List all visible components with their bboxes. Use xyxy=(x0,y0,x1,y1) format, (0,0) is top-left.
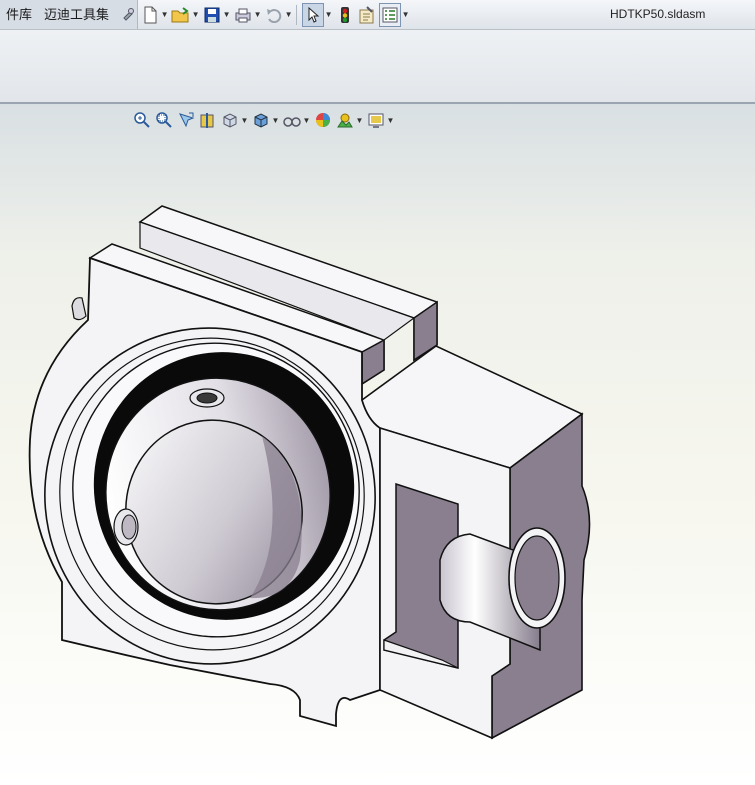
rebuild-icon[interactable] xyxy=(335,4,355,26)
menu-item-library[interactable]: 件库 xyxy=(0,0,38,29)
options-dropdown[interactable]: ▼ xyxy=(401,4,410,26)
set-screw-side-inner xyxy=(121,514,137,540)
set-screw-top-inner xyxy=(196,392,218,404)
save-dropdown[interactable]: ▼ xyxy=(222,4,231,26)
save-icon[interactable] xyxy=(202,4,222,26)
print-dropdown[interactable]: ▼ xyxy=(253,4,262,26)
undo-icon[interactable] xyxy=(264,4,284,26)
print-icon[interactable] xyxy=(233,4,253,26)
bearing-unit-model[interactable] xyxy=(0,104,755,785)
grease-nipple xyxy=(71,297,87,321)
document-title: HDTKP50.sldasm xyxy=(610,7,706,21)
file-properties-icon[interactable] xyxy=(357,4,377,26)
title-bar: 件库 迈迪工具集 ▼ ▼ ▼ ▼ ▼ ▼ ▼ HDTKP50.sldasm xyxy=(0,0,755,30)
new-icon[interactable] xyxy=(140,4,160,26)
open-dropdown[interactable]: ▼ xyxy=(191,4,200,26)
new-dropdown[interactable]: ▼ xyxy=(160,4,169,26)
menu-bar: 件库 迈迪工具集 xyxy=(0,0,139,29)
select-dropdown[interactable]: ▼ xyxy=(324,4,333,26)
menu-item-maidi-tools[interactable]: 迈迪工具集 xyxy=(38,0,115,29)
screw-hole-inner xyxy=(514,535,560,621)
options-icon[interactable] xyxy=(379,2,402,27)
toolbar-separator xyxy=(296,4,298,25)
open-icon[interactable] xyxy=(171,4,191,26)
undo-dropdown[interactable]: ▼ xyxy=(284,4,293,26)
command-manager xyxy=(0,30,755,104)
select-icon[interactable] xyxy=(302,2,325,27)
pin-icon[interactable] xyxy=(117,4,137,26)
